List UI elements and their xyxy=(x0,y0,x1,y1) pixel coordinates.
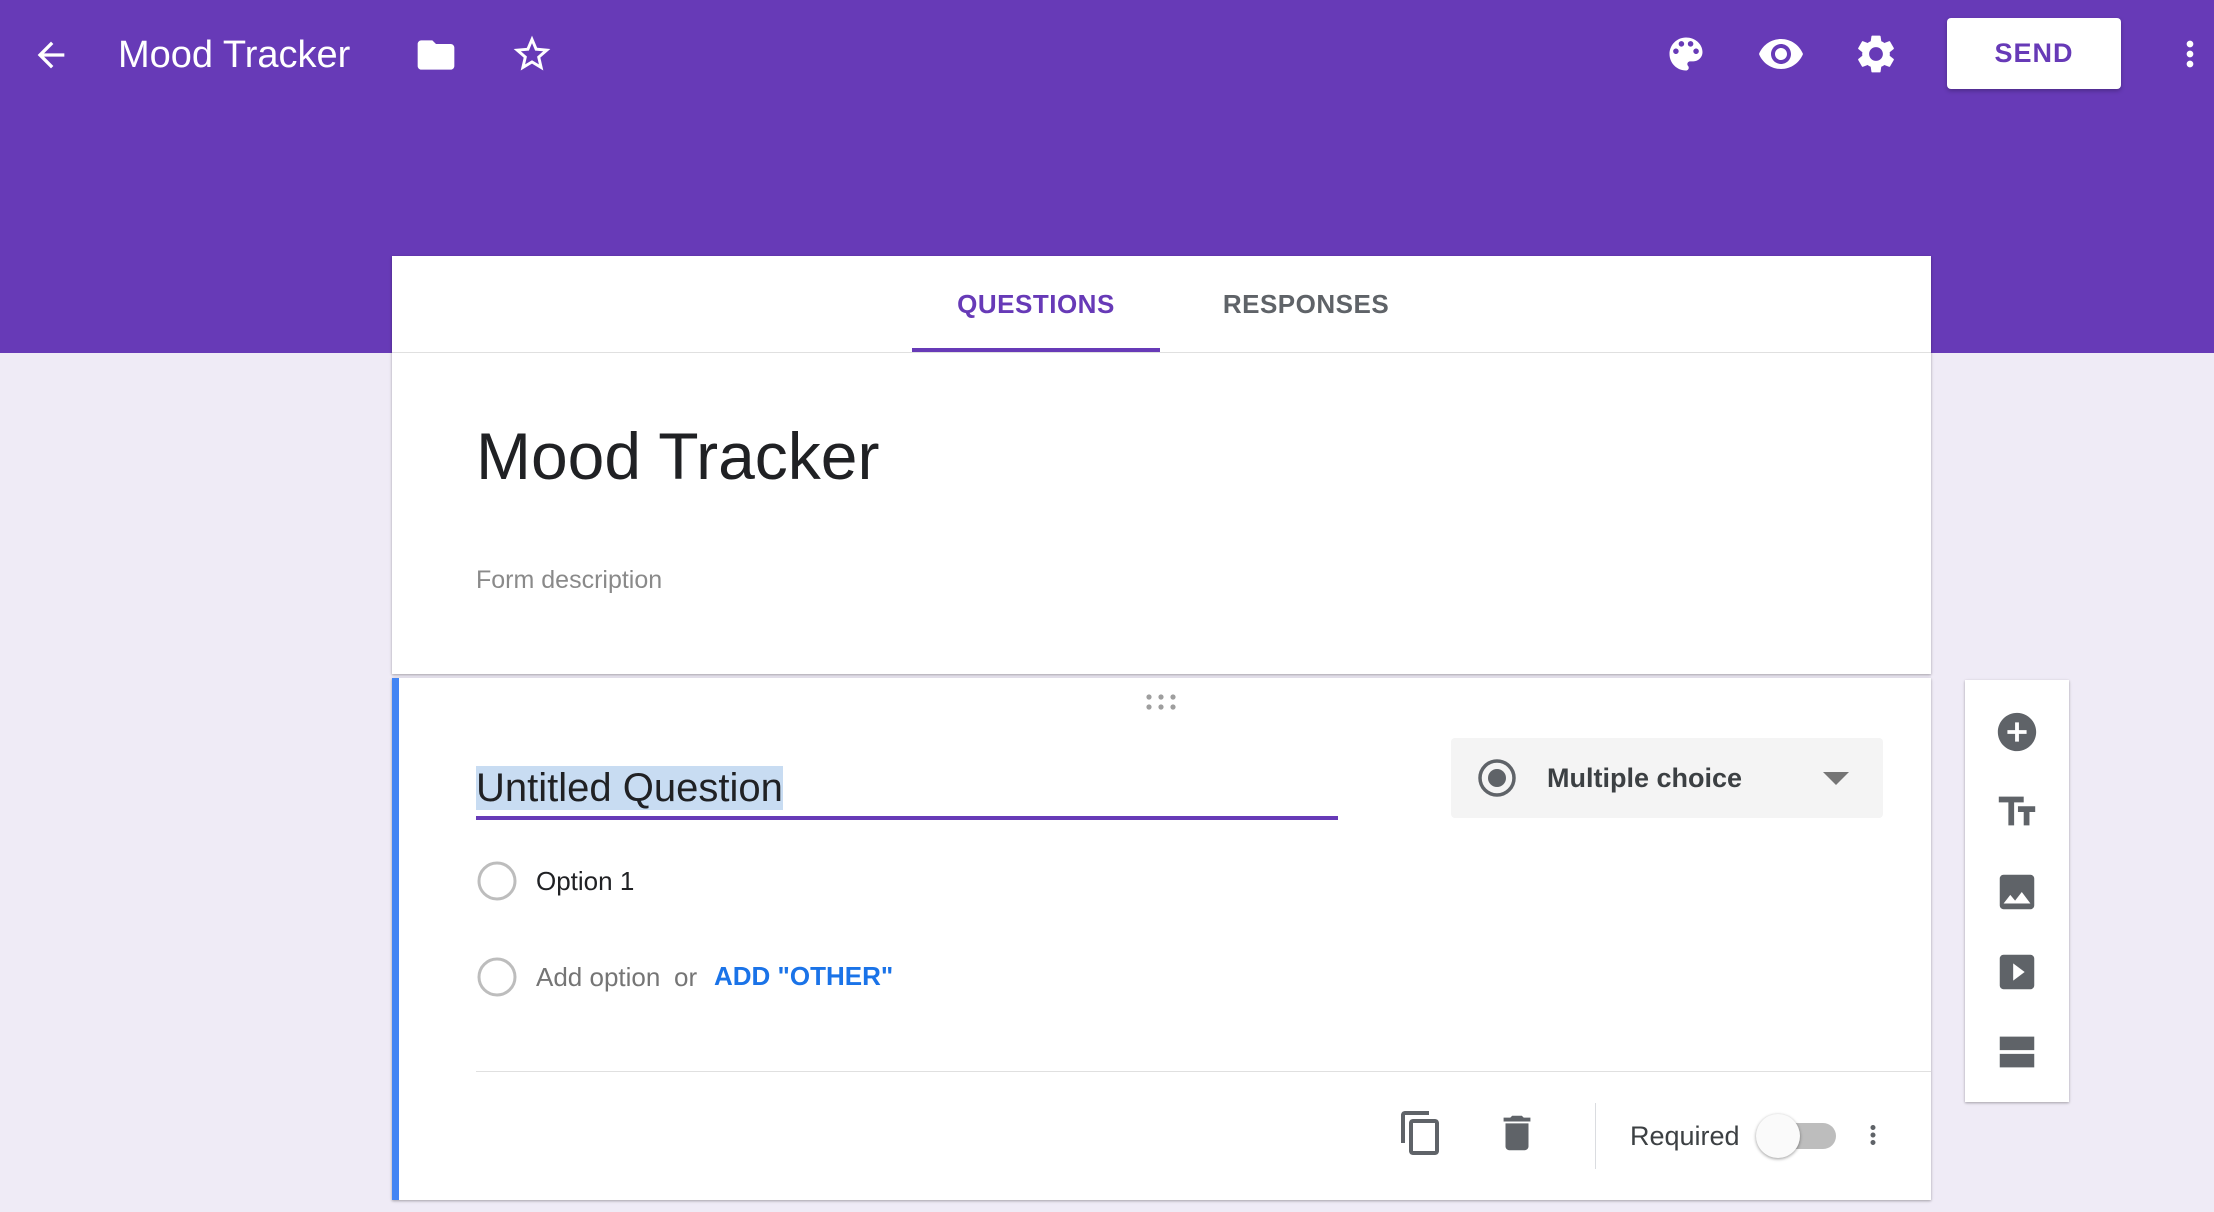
side-toolbar xyxy=(1965,680,2069,1102)
card-footer-divider xyxy=(476,1071,1931,1072)
image-icon[interactable] xyxy=(1991,866,2043,918)
radio-checked-icon xyxy=(1477,758,1517,803)
question-title-input[interactable]: Untitled Question xyxy=(476,760,1338,820)
form-title[interactable]: Mood Tracker xyxy=(476,418,879,494)
question-type-dropdown[interactable]: Multiple choice xyxy=(1451,738,1883,818)
eye-icon[interactable] xyxy=(1756,30,1806,78)
star-outline-icon[interactable] xyxy=(508,30,556,78)
arrow-back-icon[interactable] xyxy=(28,32,74,78)
app-title[interactable]: Mood Tracker xyxy=(118,28,350,82)
active-tab-indicator xyxy=(912,348,1160,352)
more-vert-icon[interactable] xyxy=(1858,1110,1888,1160)
folder-icon[interactable] xyxy=(412,32,460,78)
tab-questions[interactable]: QUESTIONS xyxy=(912,256,1160,352)
add-circle-icon[interactable] xyxy=(1991,706,2043,758)
title-text-icon[interactable] xyxy=(1991,786,2043,838)
form-header-card: QUESTIONS RESPONSES Mood Tracker Form de… xyxy=(392,256,1931,674)
gear-icon[interactable] xyxy=(1852,30,1900,78)
tab-bar: QUESTIONS RESPONSES xyxy=(392,256,1931,353)
send-button[interactable]: SEND xyxy=(1947,18,2121,89)
or-text: or xyxy=(674,962,698,992)
question-type-label: Multiple choice xyxy=(1547,763,1743,793)
option-input[interactable]: Option 1 xyxy=(536,863,634,899)
question-title-text: Untitled Question xyxy=(476,766,783,810)
active-card-accent xyxy=(392,678,399,1200)
delete-icon[interactable] xyxy=(1492,1106,1542,1160)
radio-outline-icon xyxy=(476,956,518,1003)
form-description-input[interactable]: Form description xyxy=(476,566,662,595)
video-icon[interactable] xyxy=(1991,946,2043,998)
section-icon[interactable] xyxy=(1991,1026,2043,1078)
duplicate-icon[interactable] xyxy=(1396,1106,1446,1160)
chevron-down-icon xyxy=(1823,772,1849,791)
required-label: Required xyxy=(1630,1121,1740,1151)
question-card[interactable]: Untitled Question Multiple choice Option… xyxy=(392,678,1931,1200)
tab-responses[interactable]: RESPONSES xyxy=(1182,256,1430,352)
more-vert-icon[interactable] xyxy=(2170,30,2210,78)
add-other-button[interactable]: ADD "OTHER" xyxy=(714,958,893,994)
drag-handle-icon[interactable] xyxy=(1144,692,1178,717)
required-toggle[interactable] xyxy=(1756,1114,1848,1158)
footer-vertical-divider xyxy=(1595,1103,1596,1169)
palette-icon[interactable] xyxy=(1662,30,1710,78)
toggle-thumb xyxy=(1756,1114,1800,1158)
radio-outline-icon xyxy=(476,860,518,907)
top-app-bar: Mood Tracker SEND xyxy=(0,0,2214,108)
add-option-input[interactable]: Add option xyxy=(536,959,660,995)
